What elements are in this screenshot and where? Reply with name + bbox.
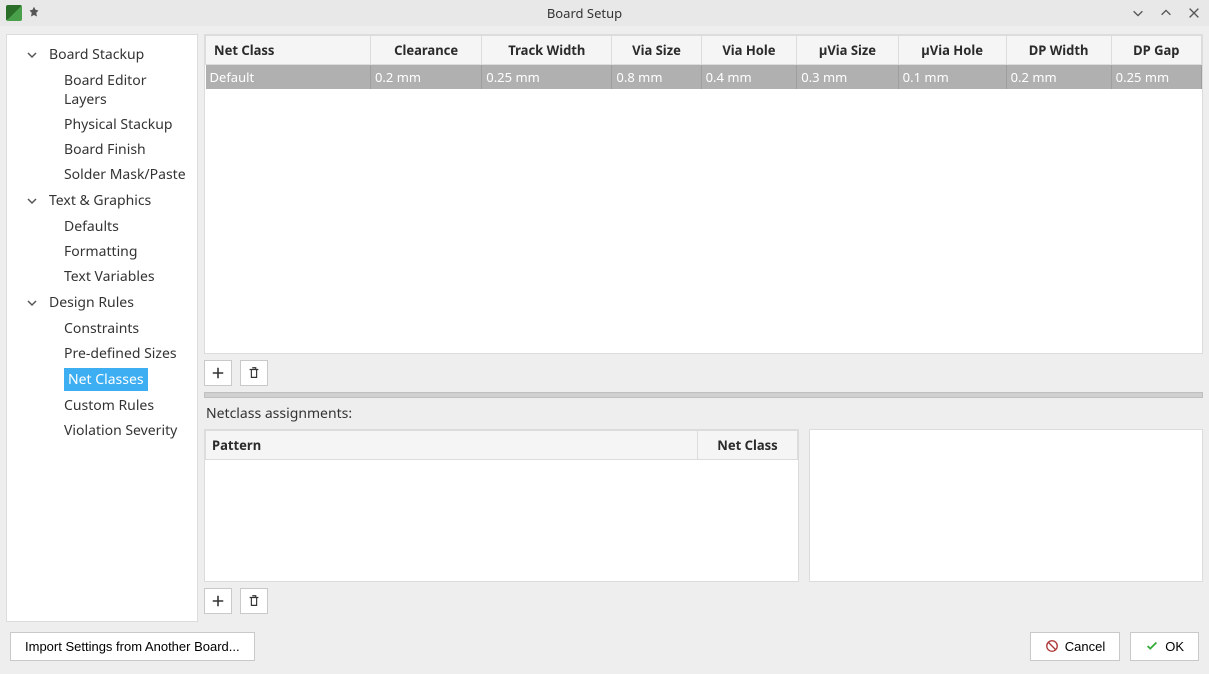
cell-clearance[interactable]: 0.2 mm bbox=[371, 65, 482, 90]
delete-assignment-button[interactable] bbox=[240, 588, 268, 614]
chevron-down-icon bbox=[27, 50, 37, 60]
cancel-icon bbox=[1045, 639, 1059, 653]
col-netclass[interactable]: Net Class bbox=[206, 36, 371, 65]
app-icon bbox=[6, 5, 22, 21]
assignments-toolbar bbox=[204, 588, 1203, 614]
tree-item-solder-mask-paste[interactable]: Solder Mask/Paste bbox=[7, 162, 197, 187]
add-assignment-button[interactable] bbox=[204, 588, 232, 614]
titlebar-left bbox=[6, 4, 40, 22]
col-pattern[interactable]: Pattern bbox=[206, 431, 698, 460]
table-row[interactable]: Default 0.2 mm 0.25 mm 0.8 mm 0.4 mm 0.3… bbox=[206, 65, 1202, 90]
col-via-hole[interactable]: Via Hole bbox=[701, 36, 797, 65]
tree-label: Text & Graphics bbox=[49, 191, 151, 210]
sidebar: Board Stackup Board Editor Layers Physic… bbox=[6, 34, 198, 622]
minimize-icon[interactable] bbox=[1129, 4, 1147, 22]
cancel-button[interactable]: Cancel bbox=[1030, 632, 1120, 661]
cell-via-size[interactable]: 0.8 mm bbox=[612, 65, 701, 90]
splitter-handle[interactable] bbox=[204, 392, 1203, 398]
close-icon[interactable] bbox=[1185, 4, 1203, 22]
main-area: Board Stackup Board Editor Layers Physic… bbox=[0, 26, 1209, 622]
tree-parent-board-stackup[interactable]: Board Stackup bbox=[7, 41, 197, 68]
cell-track-width[interactable]: 0.25 mm bbox=[482, 65, 612, 90]
col-clearance[interactable]: Clearance bbox=[371, 36, 482, 65]
window-title: Board Setup bbox=[40, 4, 1129, 22]
cell-name[interactable]: Default bbox=[206, 65, 371, 90]
tree-item-constraints[interactable]: Constraints bbox=[7, 316, 197, 341]
tree-item-physical-stackup[interactable]: Physical Stackup bbox=[7, 112, 197, 137]
button-label: Import Settings from Another Board... bbox=[25, 639, 240, 654]
tree-item-net-classes-wrapper: Net Classes bbox=[7, 366, 197, 393]
tree-item-net-classes[interactable]: Net Classes bbox=[64, 368, 148, 391]
col-netclass[interactable]: Net Class bbox=[698, 431, 798, 460]
chevron-down-icon bbox=[27, 298, 37, 308]
add-netclass-button[interactable] bbox=[204, 360, 232, 386]
tree-group-text-graphics: Text & Graphics Defaults Formatting Text… bbox=[7, 187, 197, 289]
tree-parent-text-graphics[interactable]: Text & Graphics bbox=[7, 187, 197, 214]
table-header-row: Pattern Net Class bbox=[206, 431, 798, 460]
assignments-table[interactable]: Pattern Net Class bbox=[205, 430, 798, 460]
assignments-label: Netclass assignments: bbox=[204, 404, 1203, 423]
tree-group-design-rules: Design Rules Constraints Pre-defined Siz… bbox=[7, 289, 197, 443]
ok-button[interactable]: OK bbox=[1130, 632, 1199, 661]
assignments-preview-panel bbox=[809, 429, 1203, 582]
maximize-icon[interactable] bbox=[1157, 4, 1175, 22]
check-icon bbox=[1145, 639, 1159, 653]
tree-item-violation-severity[interactable]: Violation Severity bbox=[7, 418, 197, 443]
delete-netclass-button[interactable] bbox=[240, 360, 268, 386]
trash-icon bbox=[247, 594, 261, 608]
import-settings-button[interactable]: Import Settings from Another Board... bbox=[10, 632, 255, 661]
tree-label: Design Rules bbox=[49, 293, 134, 312]
cell-uvia-hole[interactable]: 0.1 mm bbox=[898, 65, 1006, 90]
button-label: OK bbox=[1165, 639, 1184, 654]
tree-item-defaults[interactable]: Defaults bbox=[7, 214, 197, 239]
tree-item-board-editor-layers[interactable]: Board Editor Layers bbox=[7, 68, 197, 112]
assignments-table-panel: Pattern Net Class bbox=[204, 429, 799, 582]
netclass-table[interactable]: Net Class Clearance Track Width Via Size… bbox=[205, 35, 1202, 89]
col-dp-width[interactable]: DP Width bbox=[1006, 36, 1111, 65]
content-panel: Net Class Clearance Track Width Via Size… bbox=[204, 34, 1203, 622]
col-uvia-size[interactable]: µVia Size bbox=[797, 36, 898, 65]
tree-item-board-finish[interactable]: Board Finish bbox=[7, 137, 197, 162]
titlebar-controls bbox=[1129, 4, 1203, 22]
table-header-row: Net Class Clearance Track Width Via Size… bbox=[206, 36, 1202, 65]
title-bar: Board Setup bbox=[0, 0, 1209, 26]
tree-group-board-stackup: Board Stackup Board Editor Layers Physic… bbox=[7, 41, 197, 187]
col-uvia-hole[interactable]: µVia Hole bbox=[898, 36, 1006, 65]
tree-item-formatting[interactable]: Formatting bbox=[7, 239, 197, 264]
pin-icon[interactable] bbox=[28, 4, 40, 22]
tree-parent-design-rules[interactable]: Design Rules bbox=[7, 289, 197, 316]
col-via-size[interactable]: Via Size bbox=[612, 36, 701, 65]
cell-uvia-size[interactable]: 0.3 mm bbox=[797, 65, 898, 90]
trash-icon bbox=[247, 366, 261, 380]
tree-label: Board Stackup bbox=[49, 45, 144, 64]
tree-item-predefined-sizes[interactable]: Pre-defined Sizes bbox=[7, 341, 197, 366]
dialog-button-group: Cancel OK bbox=[1030, 632, 1199, 661]
cell-dp-gap[interactable]: 0.25 mm bbox=[1111, 65, 1201, 90]
button-label: Cancel bbox=[1065, 639, 1105, 654]
netclass-table-panel: Net Class Clearance Track Width Via Size… bbox=[204, 34, 1203, 354]
cell-via-hole[interactable]: 0.4 mm bbox=[701, 65, 797, 90]
plus-icon bbox=[211, 366, 225, 380]
col-track-width[interactable]: Track Width bbox=[482, 36, 612, 65]
bottom-bar: Import Settings from Another Board... Ca… bbox=[0, 622, 1209, 670]
assignments-row: Pattern Net Class bbox=[204, 429, 1203, 582]
tree-item-custom-rules[interactable]: Custom Rules bbox=[7, 393, 197, 418]
tree-item-text-variables[interactable]: Text Variables bbox=[7, 264, 197, 289]
col-dp-gap[interactable]: DP Gap bbox=[1111, 36, 1201, 65]
plus-icon bbox=[211, 594, 225, 608]
netclass-toolbar bbox=[204, 360, 1203, 386]
cell-dp-width[interactable]: 0.2 mm bbox=[1006, 65, 1111, 90]
chevron-down-icon bbox=[27, 196, 37, 206]
